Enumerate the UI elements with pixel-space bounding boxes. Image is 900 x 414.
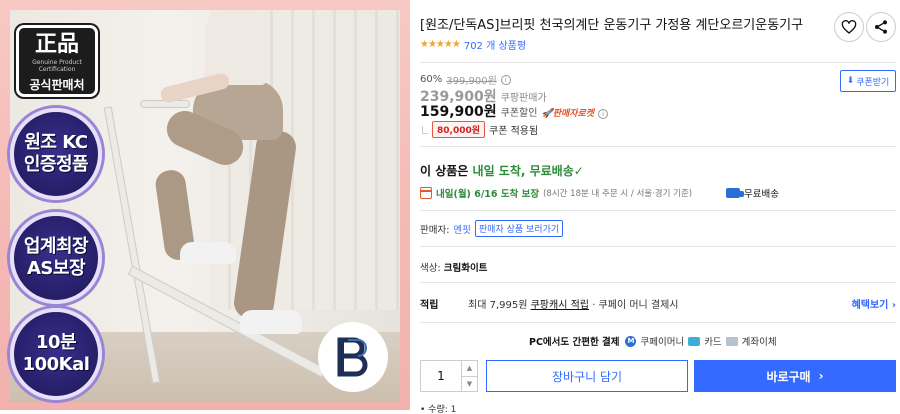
divider [420, 246, 896, 247]
shipping-fee: 무료배송 [726, 186, 779, 200]
coupon-price-label: 쿠폰할인 [500, 108, 538, 119]
divider [420, 146, 896, 147]
coupang-cash-link[interactable]: 쿠팡캐시 적립 [531, 300, 589, 311]
payment-method: 계좌이체 [741, 337, 777, 348]
coupon-price-row: 159,900원 쿠폰할인 🚀판매자로켓 i [420, 101, 609, 121]
reward-label: 적립 [420, 300, 439, 311]
coupay-icon: M [625, 335, 637, 347]
original-price: 399,900원 [446, 76, 497, 87]
divider [420, 210, 896, 211]
bank-transfer-icon [725, 336, 738, 346]
payment-method: 카드 [704, 337, 722, 348]
divider [420, 282, 896, 283]
delivery-condition: (8시간 18분 내 주문 시 / 서울⋅경기 기준) [543, 189, 693, 199]
card-icon [688, 336, 701, 346]
coupon-applied-row: 80,000원 쿠폰 적용됨 [420, 121, 538, 138]
coupon-applied-text: 쿠폰 적용됨 [489, 126, 539, 137]
seller-name-link[interactable]: 엔핏 [453, 222, 470, 236]
buy-now-button[interactable]: 바로구매 › [694, 360, 896, 392]
discount-row: 60% 399,900원 i [420, 72, 511, 87]
coupon-amount-chip: 80,000원 [432, 121, 486, 138]
delivery-headline: 이 상품은 내일 도착, 무료배송✓ [420, 164, 584, 178]
calorie-seal: 10분 100Kal [10, 308, 102, 400]
info-icon[interactable]: i [598, 109, 609, 119]
option-label: 색상: [420, 263, 441, 274]
payment-method: 쿠페이머니 [640, 337, 685, 348]
quantity-increase-button[interactable]: ▲ [462, 361, 477, 376]
color-option: 색상: 크림화이트 [420, 260, 487, 274]
heart-icon [841, 20, 857, 34]
rocket-icon: 🚀 [541, 109, 553, 119]
warranty-seal: 업계최장 AS보장 [10, 212, 102, 304]
info-icon[interactable]: i [500, 74, 511, 85]
product-title: [원조/단독AS]브리핏 천국의계단 운동기구 가정용 계단오르기운동기구 [420, 18, 804, 33]
share-button[interactable] [866, 12, 896, 42]
share-icon [875, 20, 887, 34]
seller-row: 판매자: 엔핏 판매자 상품 보러가기 [420, 220, 564, 237]
seller-products-button[interactable]: 판매자 상품 보러가기 [474, 220, 564, 237]
wishlist-button[interactable] [834, 12, 864, 42]
option-value: 크림화이트 [443, 263, 488, 274]
bb-monogram-icon [318, 322, 388, 392]
star-rating-icon: ★★★★★ [420, 39, 461, 50]
delivery-date: 내일(월) 6/16 도착 보장 [436, 189, 540, 200]
check-icon: ✓ [573, 164, 584, 178]
model-shoe [180, 242, 236, 264]
reward-detail: 최대 7,995원 쿠팡캐시 적립 · 쿠페이 머니 결제시 [468, 300, 679, 311]
coupon-price: 159,900원 [420, 104, 497, 120]
kc-certified-seal: 원조 KC 인증정품 [10, 108, 102, 200]
chevron-right-icon: › [818, 369, 824, 383]
product-image[interactable]: 正品 Genuine Product Certification 공식판매처 원… [0, 0, 410, 410]
download-icon: ⬇ [846, 76, 855, 86]
quantity-decrease-button[interactable]: ▼ [462, 375, 477, 392]
delivery-date-row: 내일(월) 6/16 도착 보장 (8시간 18분 내 주문 시 / 서울⋅경기… [420, 186, 692, 200]
discount-rate: 60% [420, 74, 443, 85]
rocket-badge: 🚀판매자로켓 [541, 109, 595, 119]
payment-methods: PC에서도 간편한 결제 M 쿠페이머니 카드 계좌이체 [529, 334, 777, 348]
divider [420, 322, 896, 323]
authentic-badge: 正品 Genuine Product Certification 공식판매처 [16, 25, 98, 97]
product-info-panel: [원조/단독AS]브리핏 천국의계단 운동기구 가정용 계단오르기운동기구 ★★… [420, 0, 900, 414]
payment-lead: PC에서도 간편한 결제 [529, 337, 620, 348]
model-shoe [240, 310, 302, 334]
review-count-link[interactable]: 702 개 상품평 [464, 37, 526, 52]
quantity-input[interactable]: 1 [421, 361, 461, 391]
truck-icon [726, 188, 744, 198]
quantity-footnote: • 수량: 1 [420, 405, 457, 414]
reward-row: 적립 최대 7,995원 쿠팡캐시 적립 · 쿠페이 머니 결제시 혜택보기 › [420, 296, 896, 311]
corner-connector [422, 125, 428, 134]
rating-summary[interactable]: ★★★★★ 702 개 상품평 [420, 37, 526, 52]
calendar-icon [420, 187, 432, 199]
coupon-download-button[interactable]: ⬇ 쿠폰받기 [840, 70, 896, 92]
quantity-stepper[interactable]: 1 ▲ ▼ [420, 360, 478, 392]
seller-label: 판매자: [420, 224, 450, 236]
add-to-cart-button[interactable]: 장바구니 담기 [486, 360, 688, 392]
divider [420, 62, 896, 63]
view-benefits-link[interactable]: 혜택보기 › [852, 296, 896, 311]
